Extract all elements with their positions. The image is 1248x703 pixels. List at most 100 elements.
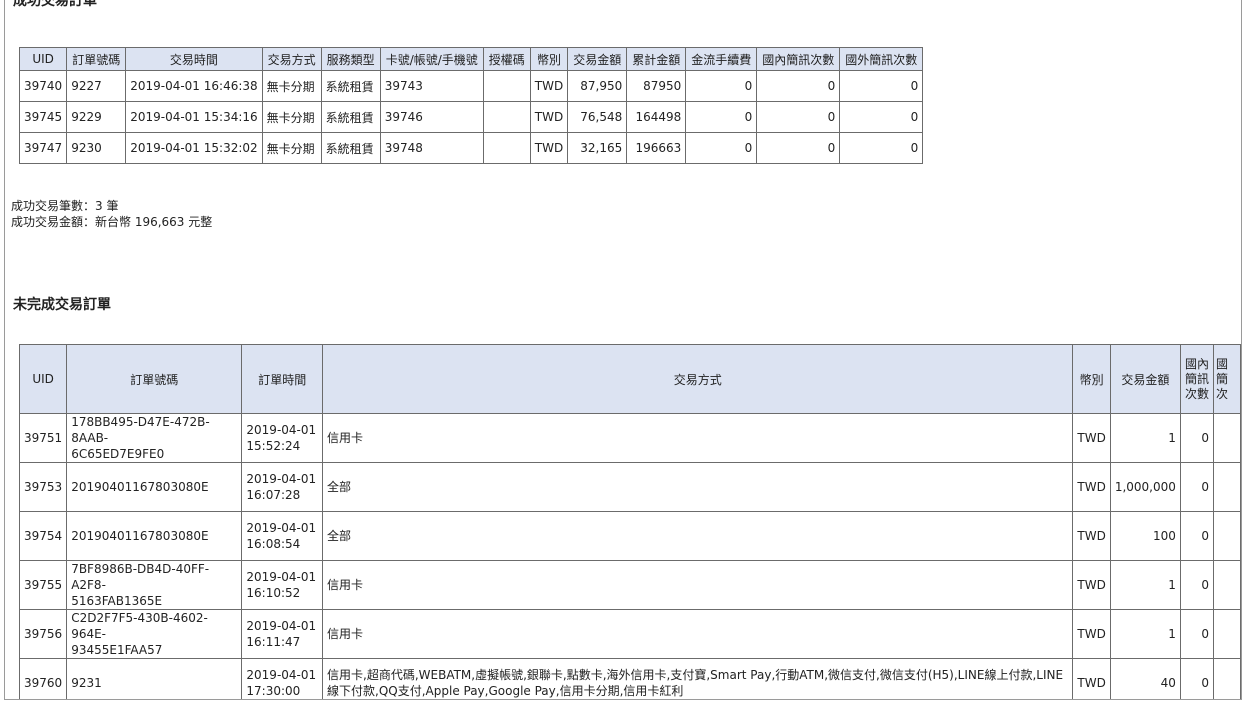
order-clock: 16:10:52 <box>246 586 301 600</box>
method-line-1: 全部 <box>327 529 352 543</box>
cell-order-time: 2019-04-01 17:30:00 <box>241 658 324 699</box>
order-line-2: 93455E1FAA57 <box>71 643 163 657</box>
cell-sms-domestic: 0 <box>1179 658 1215 699</box>
order-line-1: 9231 <box>71 676 102 690</box>
cell-sms-domestic: 0 <box>1179 413 1215 463</box>
cell-order-no: 20190401167803080E <box>66 462 243 512</box>
table-row: 39754 20190401167803080E 2019-04-01 16:0… <box>18 511 1241 561</box>
cell-amount: 1 <box>1109 609 1181 659</box>
cell-auth <box>482 70 531 102</box>
cell-auth <box>482 101 531 133</box>
order-clock: 15:52:24 <box>246 439 301 453</box>
cell-amount: 1,000,000 <box>1109 462 1181 512</box>
table-header-row: UID 訂單號碼 訂單時間 交易方式 幣別 交易金額 國內 簡訊 次數 國 簡 … <box>18 344 1241 414</box>
method-line-1: 信用卡 <box>327 627 364 641</box>
col-currency: 幣別 <box>1072 344 1111 414</box>
cell-sms-foreign <box>1213 462 1241 512</box>
method-line-1: 信用卡 <box>327 431 364 445</box>
cell-sms-domestic: 0 <box>756 70 841 102</box>
cell-method: 信用卡 <box>322 413 1074 463</box>
col-uid: UID <box>18 344 68 414</box>
order-date: 2019-04-01 <box>246 619 317 633</box>
col-sms-domestic: 國內簡訊次數 <box>756 47 841 71</box>
cell-order-no: 20190401167803080E <box>66 511 243 561</box>
order-line-1: 178BB495-D47E-472B-8AAB- <box>71 415 210 445</box>
cell-amount: 32,165 <box>567 132 628 164</box>
order-date: 2019-04-01 <box>246 521 317 535</box>
col-card: 卡號/帳號/手機號 <box>379 47 484 71</box>
order-line-1: C2D2F7F5-430B-4602-964E- <box>71 611 208 641</box>
table-row: 39760 9231 2019-04-01 17:30:00 信用卡,超商代碼,… <box>18 658 1241 699</box>
completed-summary: 成功交易筆數：3 筆 成功交易金額：新台幣 196,663 元整 <box>11 198 212 230</box>
header-line: 簡 <box>1216 371 1229 386</box>
table-row: 39751 178BB495-D47E-472B-8AAB- 6C65ED7E9… <box>18 413 1241 463</box>
col-cumulative: 累計金額 <box>626 47 687 71</box>
col-sms-domestic: 國內 簡訊 次數 <box>1179 344 1215 414</box>
cell-auth <box>482 132 531 164</box>
header-line: 次 <box>1216 386 1229 401</box>
col-sms-foreign: 國外簡訊次數 <box>839 47 924 71</box>
order-date: 2019-04-01 <box>246 472 317 486</box>
cell-currency: TWD <box>1072 560 1111 610</box>
completed-orders-table: UID 訂單號碼 交易時間 交易方式 服務類型 卡號/帳號/手機號 授權碼 幣別… <box>18 47 924 164</box>
col-auth: 授權碼 <box>482 47 531 71</box>
cell-method: 全部 <box>322 511 1074 561</box>
cell-sms-domestic: 0 <box>1179 609 1215 659</box>
cell-order-time: 2019-04-01 16:08:54 <box>241 511 324 561</box>
header-line: 國內 <box>1184 356 1209 371</box>
order-line-2: 6C65ED7E9FE0 <box>71 447 165 461</box>
cell-uid: 39756 <box>18 609 68 659</box>
cell-method: 無卡分期 <box>261 132 322 164</box>
cell-fee: 0 <box>685 101 758 133</box>
cell-sms-domestic: 0 <box>756 101 841 133</box>
cell-amount: 76,548 <box>567 101 628 133</box>
method-line-1: 信用卡,超商代碼,WEBATM,虛擬帳號,銀聯卡,點數卡,海外信用卡,支付寶,S… <box>327 668 1064 682</box>
cell-card: 39743 <box>379 70 484 102</box>
order-line-1: 7BF8986B-DB4D-40FF-A2F8- <box>71 562 210 592</box>
cell-service: 系統租賃 <box>320 132 381 164</box>
cell-uid: 39760 <box>18 658 68 699</box>
order-clock: 16:07:28 <box>246 488 301 502</box>
order-date: 2019-04-01 <box>246 570 317 584</box>
incomplete-orders-title: 未完成交易訂單 <box>13 297 111 313</box>
col-amount: 交易金額 <box>567 47 628 71</box>
cell-order-no: C2D2F7F5-430B-4602-964E- 93455E1FAA57 <box>66 609 243 659</box>
cell-uid: 39754 <box>18 511 68 561</box>
cell-method: 信用卡 <box>322 609 1074 659</box>
cell-sms-foreign <box>1213 658 1241 699</box>
cell-time: 2019-04-01 15:34:16 <box>125 101 263 133</box>
cell-method: 全部 <box>322 462 1074 512</box>
col-method: 交易方式 <box>322 344 1074 414</box>
cell-order-no: 7BF8986B-DB4D-40FF-A2F8- 5163FAB1365E <box>66 560 243 610</box>
cell-sms-foreign: 0 <box>839 101 924 133</box>
cell-uid: 39755 <box>18 560 68 610</box>
cell-sms-domestic: 0 <box>1179 511 1215 561</box>
col-sms-foreign: 國 簡 次 <box>1213 344 1241 414</box>
cell-method: 信用卡 <box>322 560 1074 610</box>
col-uid: UID <box>18 47 68 71</box>
cell-amount: 100 <box>1109 511 1181 561</box>
cell-fee: 0 <box>685 132 758 164</box>
cell-order-time: 2019-04-01 16:07:28 <box>241 462 324 512</box>
cell-order-no: 9229 <box>66 101 127 133</box>
table-row: 39756 C2D2F7F5-430B-4602-964E- 93455E1FA… <box>18 609 1241 659</box>
table-row: 39747 9230 2019-04-01 15:32:02 無卡分期 系統租賃… <box>18 132 924 164</box>
cell-currency: TWD <box>1072 609 1111 659</box>
cell-service: 系統租賃 <box>320 101 381 133</box>
cell-service: 系統租賃 <box>320 70 381 102</box>
cell-sms-domestic: 0 <box>1179 462 1215 512</box>
cell-currency: TWD <box>1072 462 1111 512</box>
order-line-2: 5163FAB1365E <box>71 594 163 608</box>
cell-method: 信用卡,超商代碼,WEBATM,虛擬帳號,銀聯卡,點數卡,海外信用卡,支付寶,S… <box>322 658 1074 699</box>
table-row: 39753 20190401167803080E 2019-04-01 16:0… <box>18 462 1241 512</box>
cell-currency: TWD <box>1072 511 1111 561</box>
table-row: 39740 9227 2019-04-01 16:46:38 無卡分期 系統租賃… <box>18 70 924 102</box>
cell-order-no: 9231 <box>66 658 243 699</box>
cell-sms-foreign <box>1213 609 1241 659</box>
method-line-1: 全部 <box>327 480 352 494</box>
cell-cumulative: 196663 <box>626 132 687 164</box>
cell-amount: 87,950 <box>567 70 628 102</box>
col-fee: 金流手續費 <box>685 47 758 71</box>
cell-uid: 39740 <box>18 70 68 102</box>
cell-time: 2019-04-01 15:32:02 <box>125 132 263 164</box>
